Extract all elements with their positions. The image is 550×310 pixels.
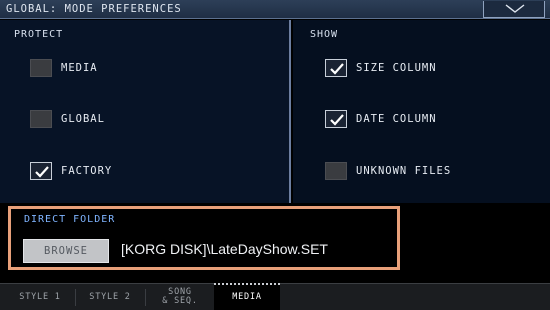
page-title: GLOBAL: MODE PREFERENCES <box>6 3 182 15</box>
show-unknown-files-row[interactable]: UNKNOWN FILES <box>325 161 451 181</box>
browse-button[interactable]: BROWSE <box>23 239 109 263</box>
tab-style-1[interactable]: STYLE 1 <box>8 284 72 310</box>
tab-song-seq[interactable]: SONG & SEQ. <box>148 284 212 310</box>
protect-media-checkbox[interactable] <box>30 59 52 77</box>
protect-media-label: MEDIA <box>61 62 98 74</box>
direct-folder-path: [KORG DISK]\LateDayShow.SET <box>121 241 328 257</box>
protect-global-label: GLOBAL <box>61 113 105 125</box>
protect-factory-row[interactable]: FACTORY <box>30 161 112 181</box>
show-date-column-row[interactable]: DATE COLUMN <box>325 109 437 129</box>
protect-global-checkbox[interactable] <box>30 110 52 128</box>
show-size-column-row[interactable]: SIZE COLUMN <box>325 58 437 78</box>
show-date-column-label: DATE COLUMN <box>356 113 437 125</box>
chevron-down-icon <box>505 4 525 13</box>
title-bar: GLOBAL: MODE PREFERENCES <box>0 0 550 19</box>
protect-global-row[interactable]: GLOBAL <box>30 109 105 129</box>
protect-header: PROTECT <box>14 29 64 40</box>
show-unknown-files-label: UNKNOWN FILES <box>356 165 452 177</box>
checkmark-icon <box>330 63 344 75</box>
show-panel: SHOW SIZE COLUMN DATE COLUMN UNKNOWN FIL… <box>293 20 550 203</box>
show-size-column-label: SIZE COLUMN <box>356 62 437 74</box>
tab-song-seq-line2: & SEQ. <box>162 296 198 306</box>
tab-style-2[interactable]: STYLE 2 <box>78 284 142 310</box>
protect-panel: PROTECT MEDIA GLOBAL FACTORY <box>0 20 291 203</box>
show-date-column-checkbox[interactable] <box>325 110 347 128</box>
page-menu-button[interactable] <box>483 1 545 18</box>
tab-divider <box>145 289 146 306</box>
checkmark-icon <box>35 166 49 178</box>
protect-media-row[interactable]: MEDIA <box>30 58 98 78</box>
show-header: SHOW <box>310 29 339 40</box>
protect-factory-checkbox[interactable] <box>30 162 52 180</box>
show-size-column-checkbox[interactable] <box>325 59 347 77</box>
show-unknown-files-checkbox[interactable] <box>325 162 347 180</box>
tab-media[interactable]: MEDIA <box>214 283 280 310</box>
checkmark-icon <box>330 114 344 126</box>
direct-folder-header: DIRECT FOLDER <box>24 214 116 225</box>
tab-divider <box>75 289 76 306</box>
tab-bar: STYLE 1 STYLE 2 SONG & SEQ. MEDIA <box>0 283 550 310</box>
direct-folder-section: DIRECT FOLDER BROWSE [KORG DISK]\LateDay… <box>8 206 400 270</box>
protect-factory-label: FACTORY <box>61 165 113 177</box>
